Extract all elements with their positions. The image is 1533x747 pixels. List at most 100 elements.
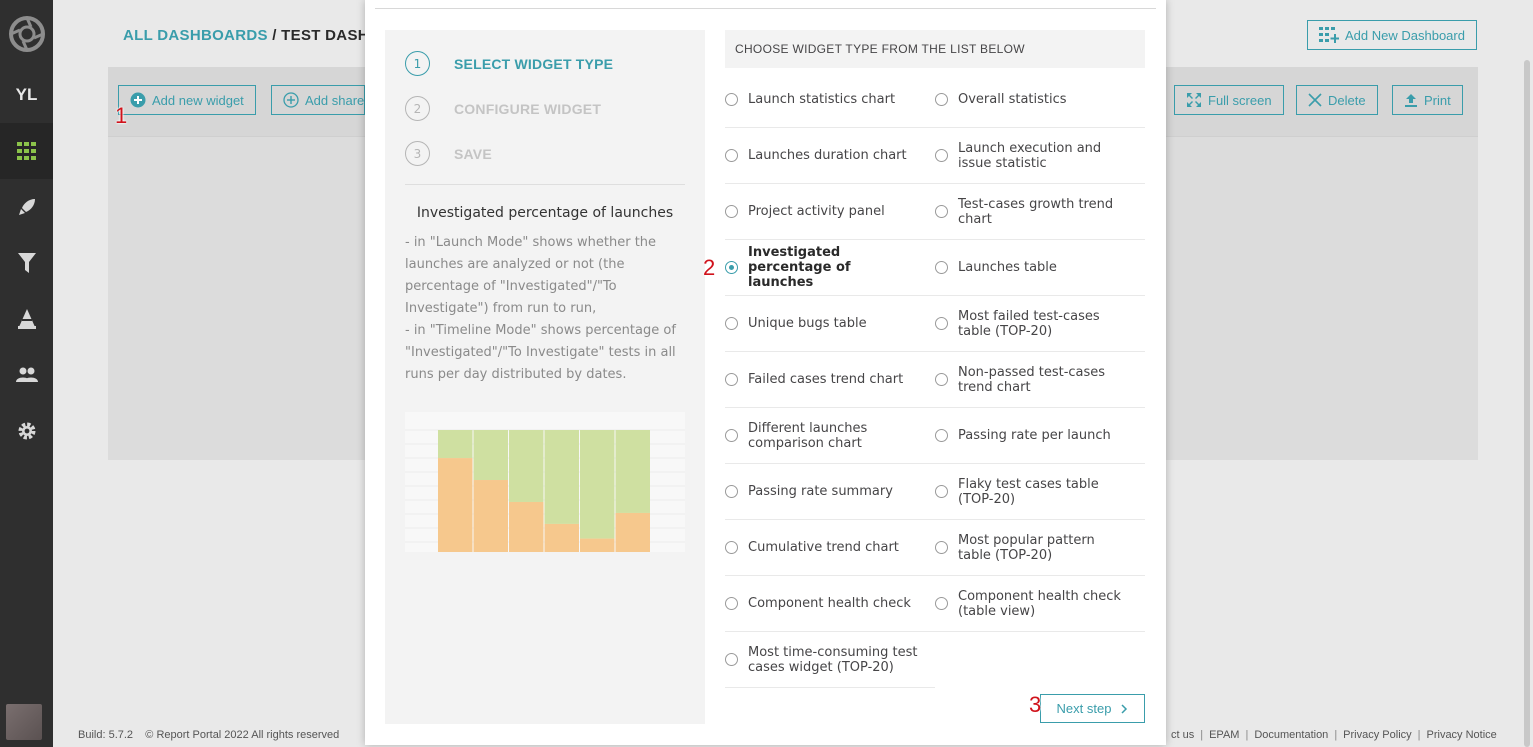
avatar[interactable]: [6, 704, 42, 740]
widget-type-option[interactable]: Launches duration chart: [725, 128, 935, 184]
radio-button[interactable]: [935, 485, 948, 498]
widget-type-option[interactable]: Different launches comparison chart: [725, 408, 935, 464]
widget-type-option[interactable]: Launches table: [935, 240, 1145, 296]
radio-button[interactable]: [725, 317, 738, 330]
add-dashboard-icon: [1319, 27, 1339, 43]
widget-type-option[interactable]: Passing rate per launch: [935, 408, 1145, 464]
footer-link-privacy-notice[interactable]: Privacy Notice: [1427, 729, 1497, 741]
widget-type-option[interactable]: Cumulative trend chart: [725, 520, 935, 576]
widget-type-option[interactable]: Project activity panel: [725, 184, 935, 240]
rocket-launches-icon[interactable]: [0, 179, 53, 235]
radio-button[interactable]: [935, 373, 948, 386]
widget-type-label: Flaky test cases table (TOP-20): [958, 476, 1099, 507]
next-step-button[interactable]: Next step: [1040, 694, 1145, 723]
page-scrollbar[interactable]: [1524, 60, 1530, 747]
widget-type-option[interactable]: Test-cases growth trend chart: [935, 184, 1145, 240]
upload-icon: [1405, 94, 1417, 107]
widget-type-option[interactable]: Investigated percentage of launches: [725, 240, 935, 296]
step-save: 3 SAVE: [405, 141, 492, 166]
add-shared-widget-button[interactable]: Add share: [271, 85, 365, 115]
wizard-steps-pane: 1 SELECT WIDGET TYPE 2 CONFIGURE WIDGET …: [385, 30, 705, 724]
widget-type-option[interactable]: Most time-consuming test cases widget (T…: [725, 632, 935, 688]
footer-left: Build: 5.7.2 © Report Portal 2022 All ri…: [78, 729, 339, 741]
preview-bar-to-investigate: [580, 538, 615, 552]
widget-description-title: Investigated percentage of launches: [416, 205, 674, 221]
plus-circle-outline-icon: [283, 92, 299, 108]
annotation-marker-2: 2: [703, 255, 716, 280]
filter-icon[interactable]: [0, 235, 53, 291]
step-number: 1: [405, 51, 430, 76]
print-label: Print: [1424, 92, 1451, 108]
full-screen-button[interactable]: Full screen: [1174, 85, 1284, 115]
widget-type-option[interactable]: Passing rate summary: [725, 464, 935, 520]
chevron-right-icon: [1121, 703, 1128, 714]
radio-button[interactable]: [725, 205, 738, 218]
widget-type-label: Launch execution and issue statistic: [958, 140, 1102, 171]
add-new-widget-button[interactable]: Add new widget: [118, 85, 256, 115]
delete-button[interactable]: Delete: [1296, 85, 1378, 115]
footer-link-epam[interactable]: EPAM: [1209, 729, 1239, 741]
members-icon[interactable]: [0, 347, 53, 403]
dashboard-grid-icon[interactable]: [0, 123, 53, 179]
step-label: SELECT WIDGET TYPE: [454, 55, 614, 72]
radio-button[interactable]: [935, 541, 948, 554]
widget-type-option[interactable]: Component health check (table view): [935, 576, 1145, 632]
widget-type-label: Passing rate summary: [748, 484, 893, 499]
next-step-label: Next step: [1056, 701, 1112, 716]
widget-type-label: Non-passed test-cases trend chart: [958, 364, 1106, 395]
preview-bar-investigated: [544, 430, 579, 524]
debug-icon[interactable]: [0, 291, 53, 347]
footer-link-documentation[interactable]: Documentation: [1254, 729, 1328, 741]
build-version: Build: 5.7.2: [78, 729, 134, 741]
widget-type-option[interactable]: Overall statistics: [935, 72, 1145, 128]
widget-type-option[interactable]: Unique bugs table: [725, 296, 935, 352]
widget-type-option[interactable]: Most failed test-cases table (TOP-20): [935, 296, 1145, 352]
widget-type-option[interactable]: Flaky test cases table (TOP-20): [935, 464, 1145, 520]
report-portal-logo-icon[interactable]: [0, 6, 53, 62]
add-widget-modal: 1 SELECT WIDGET TYPE 2 CONFIGURE WIDGET …: [365, 0, 1166, 745]
preview-bar-investigated: [509, 430, 544, 502]
radio-button[interactable]: [725, 93, 738, 106]
step-number: 2: [405, 96, 430, 121]
user-initials-button[interactable]: YL: [0, 67, 53, 123]
widget-type-label: Launch statistics chart: [748, 92, 896, 107]
print-button[interactable]: Print: [1392, 85, 1463, 115]
radio-button[interactable]: [935, 261, 948, 274]
breadcrumb-all-dashboards-link[interactable]: ALL DASHBOARDS: [123, 27, 268, 44]
step-number: 3: [405, 141, 430, 166]
settings-gear-icon[interactable]: [0, 403, 53, 459]
copyright: © Report Portal 2022 All rights reserved: [145, 729, 340, 741]
close-icon: [1308, 93, 1322, 107]
radio-button[interactable]: [725, 541, 738, 554]
radio-button[interactable]: [725, 597, 738, 610]
footer-link-contact-us[interactable]: ct us: [1171, 729, 1194, 741]
radio-button[interactable]: [725, 429, 738, 442]
widget-type-option[interactable]: Non-passed test-cases trend chart: [935, 352, 1145, 408]
radio-button[interactable]: [935, 149, 948, 162]
annotation-marker-3: 3: [1029, 692, 1042, 717]
radio-button[interactable]: [935, 429, 948, 442]
radio-button[interactable]: [725, 373, 738, 386]
widget-type-option[interactable]: Most popular pattern table (TOP-20): [935, 520, 1145, 576]
widget-type-option[interactable]: Launch execution and issue statistic: [935, 128, 1145, 184]
radio-button[interactable]: [935, 205, 948, 218]
radio-button[interactable]: [725, 261, 738, 274]
add-new-dashboard-button[interactable]: Add New Dashboard: [1307, 20, 1477, 50]
footer-link-privacy-policy[interactable]: Privacy Policy: [1343, 729, 1411, 741]
radio-button[interactable]: [725, 485, 738, 498]
radio-button[interactable]: [725, 149, 738, 162]
widget-type-option[interactable]: Failed cases trend chart: [725, 352, 935, 408]
radio-button[interactable]: [935, 317, 948, 330]
widget-type-option[interactable]: Component health check: [725, 576, 935, 632]
modal-divider: [375, 8, 1156, 9]
preview-bar-investigated: [438, 430, 473, 459]
widget-type-label: Most popular pattern table (TOP-20): [958, 532, 1095, 563]
radio-button[interactable]: [935, 597, 948, 610]
preview-bar-investigated: [473, 430, 508, 481]
widget-type-label: Cumulative trend chart: [748, 540, 899, 555]
widget-description-text: - in "Launch Mode" shows whether the lau…: [405, 232, 688, 386]
breadcrumb-separator: /: [267, 27, 282, 44]
radio-button[interactable]: [935, 93, 948, 106]
radio-button[interactable]: [725, 653, 738, 666]
widget-type-option[interactable]: Launch statistics chart: [725, 72, 935, 128]
